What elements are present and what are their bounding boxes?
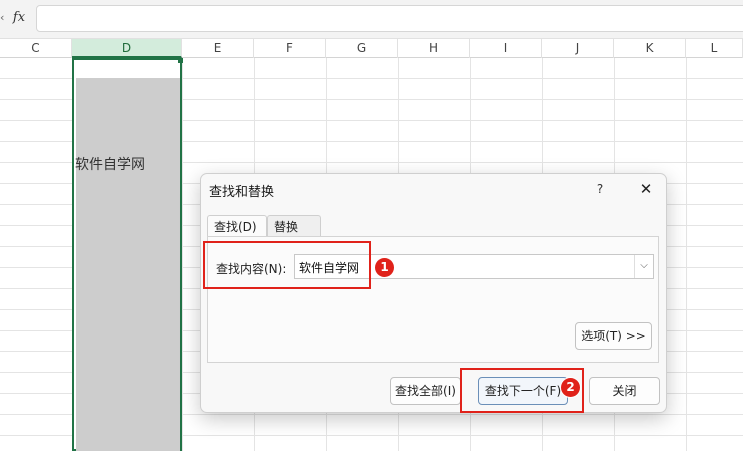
find-replace-dialog: 查找和替换 ? ✕ 查找(D) 替换(P) 查找内容(N): 软件自学网 ⌵ 选… [200,173,667,413]
annotation-highlight-find-field [203,241,371,289]
annotation-badge-1: 1 [375,258,394,277]
column-header-row: C D E F G H I J K L [0,38,743,58]
formula-bar: ‹ fx [0,0,743,38]
dialog-title: 查找和替换 [209,185,275,200]
chevron-down-icon[interactable]: ⌵ [634,255,653,278]
formula-input[interactable] [36,5,743,32]
selected-cells-shade [76,78,180,451]
tab-replace[interactable]: 替换(P) [267,215,321,256]
column-header-k[interactable]: K [614,39,686,58]
help-icon[interactable]: ? [591,180,609,198]
column-header-d[interactable]: D [72,39,182,58]
column-header-i[interactable]: I [470,39,542,58]
column-header-j[interactable]: J [542,39,614,58]
tab-find[interactable]: 查找(D) [207,215,267,237]
find-all-button[interactable]: 查找全部(I) [390,377,461,405]
close-icon[interactable]: ✕ [635,178,657,200]
column-header-l[interactable]: L [686,39,743,58]
options-button[interactable]: 选项(T) >> [575,322,652,350]
column-header-g[interactable]: G [326,39,398,58]
selected-column-range[interactable] [72,58,182,451]
cell-d5-value[interactable]: 软件自学网 [75,154,145,174]
close-button[interactable]: 关闭 [589,377,660,405]
annotation-badge-2: 2 [561,378,580,397]
column-header-f[interactable]: F [254,39,326,58]
gridline [182,58,183,451]
column-header-h[interactable]: H [398,39,470,58]
column-header-e[interactable]: E [182,39,254,58]
column-header-c[interactable]: C [0,39,72,58]
function-fx-icon[interactable]: fx [9,9,29,27]
gridline [686,58,687,451]
fill-handle[interactable] [178,58,183,63]
chevron-left-icon[interactable]: ‹ [0,9,8,27]
